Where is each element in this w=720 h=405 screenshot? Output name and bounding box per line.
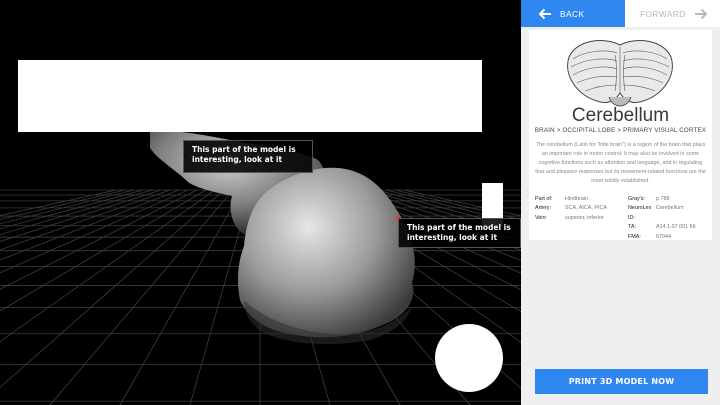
- structure-card: Cerebellum BRAIN > OCCIPITAL LOBE > PRIM…: [529, 30, 712, 240]
- fact-row: Part of: Hindbrain: [535, 195, 607, 204]
- model-callout-1[interactable]: This part of the model is interesting, l…: [183, 140, 313, 173]
- facts-left: Part of: Hindbrain Artery: SCA, AICA, PI…: [535, 195, 607, 223]
- white-banner-block: [18, 60, 482, 132]
- fact-row: Artery: SCA, AICA, PICA: [535, 204, 607, 213]
- grid-line: [0, 189, 189, 274]
- white-circle-control[interactable]: [435, 324, 503, 392]
- breadcrumb: BRAIN > OCCIPITAL LOBE > PRIMARY VISUAL …: [534, 127, 707, 134]
- fact-key: Artery:: [535, 205, 551, 212]
- grid-line: [0, 189, 180, 261]
- fact-key: NeuroLex ID:: [628, 205, 652, 221]
- grid-line: [119, 189, 243, 405]
- grid-line: [0, 189, 144, 230]
- grid-line: [0, 189, 117, 216]
- callout-1-text: This part of the model is interesting, l…: [192, 145, 296, 164]
- fact-value: Cerebellum: [656, 205, 684, 212]
- fact-key: Vein:: [535, 214, 547, 221]
- fact-row: NeuroLex ID: Cerebellum: [628, 204, 696, 223]
- fact-value: 67944: [656, 233, 671, 240]
- fact-key: Part of:: [535, 196, 553, 202]
- callout-2-text: This part of the model is interesting, l…: [407, 223, 511, 242]
- grid-line: [0, 189, 198, 290]
- forward-button[interactable]: FORWARD: [625, 0, 720, 27]
- fact-row: FMA: 67944: [628, 233, 696, 242]
- grid-line: [0, 189, 207, 312]
- fact-row: Gray's: p.788: [628, 195, 696, 204]
- model-viewport[interactable]: This part of the model is interesting, l…: [0, 0, 521, 405]
- fact-key: FMA:: [628, 233, 641, 240]
- forward-label: FORWARD: [640, 8, 686, 19]
- grid-line: [0, 189, 216, 343]
- back-label: BACK: [560, 8, 585, 19]
- arrow-right-icon: [694, 8, 708, 20]
- fact-value: SCA, AICA, PICA: [565, 205, 607, 212]
- model-callout-2[interactable]: This part of the model is interesting, l…: [398, 218, 521, 248]
- fact-row: TA: A14.1.07.001 66: [628, 223, 696, 232]
- back-button[interactable]: BACK: [521, 0, 625, 27]
- structure-description: The cerebellum (Latin for "little brain"…: [535, 142, 706, 184]
- fact-key: TA:: [628, 224, 636, 231]
- print-3d-model-button[interactable]: PRINT 3D MODEL NOW: [535, 369, 708, 394]
- history-nav: BACK FORWARD: [521, 0, 720, 27]
- fact-value: A14.1.07.001 66: [656, 224, 696, 231]
- fact-value: superior, inferior: [565, 214, 604, 221]
- fact-key: Gray's:: [628, 196, 645, 202]
- info-panel: BACK FORWARD Cerebellum BRAIN > OCCIPITA…: [521, 0, 720, 405]
- structure-title: Cerebellum: [571, 105, 670, 126]
- fact-value: Hindbrain: [565, 196, 589, 202]
- fact-row: Vein: superior, inferior: [535, 214, 607, 223]
- arrow-left-icon: [538, 8, 552, 20]
- grid-line: [0, 189, 225, 388]
- fact-value: p.788: [656, 196, 670, 202]
- cerebellum-illustration: [567, 40, 673, 107]
- facts-right: Gray's: p.788 NeuroLex ID: Cerebellum TA…: [628, 195, 696, 242]
